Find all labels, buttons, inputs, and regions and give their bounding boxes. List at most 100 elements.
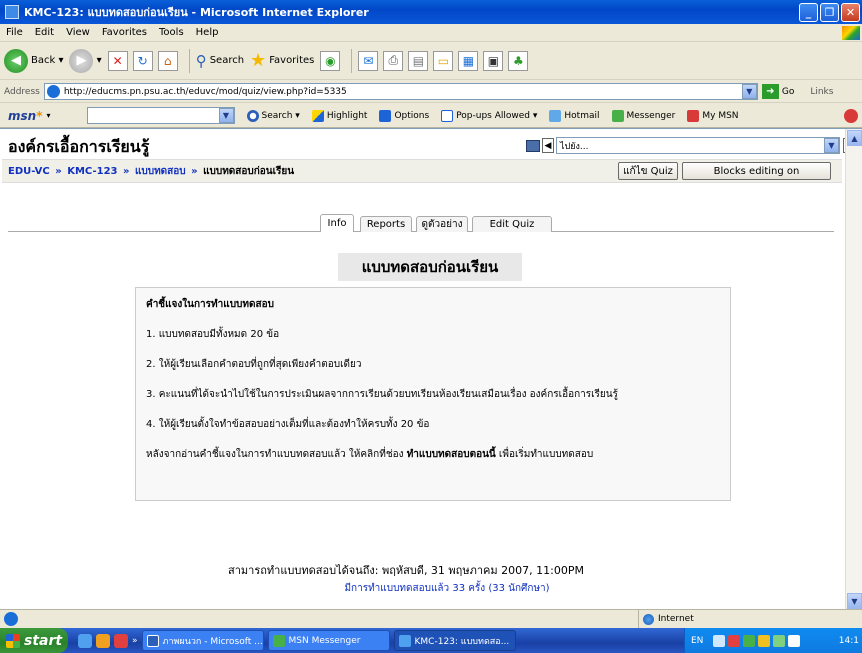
toolbar-divider bbox=[188, 48, 190, 73]
tab-reports[interactable]: Reports bbox=[360, 216, 412, 232]
jump-select-dropdown-icon[interactable]: ▼ bbox=[824, 138, 839, 153]
msn-hotmail-label: Hotmail bbox=[564, 110, 600, 121]
scroll-up-icon[interactable]: ▲ bbox=[847, 130, 862, 146]
edit-page-button[interactable]: ▤ bbox=[408, 50, 429, 71]
quiz-title: แบบทดสอบก่อนเรียน bbox=[338, 253, 522, 281]
tray-antivirus-icon[interactable] bbox=[743, 634, 756, 647]
msn-popups-button[interactable]: Pop-ups Allowed ▾ bbox=[441, 109, 537, 122]
close-button[interactable]: ✕ bbox=[841, 2, 860, 22]
restore-button[interactable]: ❐ bbox=[820, 2, 839, 22]
instructions-heading: คำชี้แจงในการทำแบบทดสอบ bbox=[146, 299, 274, 310]
address-label: Address bbox=[4, 86, 40, 97]
address-url[interactable]: http://educms.pn.psu.ac.th/eduvc/mod/qui… bbox=[64, 87, 742, 97]
jump-prev-button[interactable]: ◀ bbox=[542, 138, 554, 153]
search-button[interactable]: ⚲ Search bbox=[196, 52, 244, 70]
address-input[interactable]: http://educms.pn.psu.ac.th/eduvc/mod/qui… bbox=[43, 83, 758, 100]
toolbar-options-icon[interactable] bbox=[844, 108, 858, 123]
links-toolbar[interactable]: Links bbox=[810, 87, 833, 97]
media-button[interactable]: ◉ bbox=[320, 50, 341, 71]
tray-network-icon[interactable] bbox=[713, 634, 726, 647]
tray-security-icon[interactable] bbox=[728, 634, 741, 647]
folder-button[interactable]: ▭ bbox=[433, 50, 454, 71]
print-button[interactable]: ⎙ bbox=[383, 50, 404, 71]
system-tray: EN 14:1 bbox=[684, 628, 862, 653]
msn-logo[interactable]: msn* bbox=[8, 109, 42, 123]
back-button[interactable]: ◀ Back ▾ bbox=[4, 48, 63, 73]
language-indicator[interactable]: EN bbox=[691, 636, 703, 646]
taskbar-item-messenger[interactable]: MSN Messenger bbox=[267, 630, 390, 651]
minimize-button[interactable]: _ bbox=[799, 2, 818, 22]
tab-preview[interactable]: ดูตัวอย่าง bbox=[416, 216, 468, 232]
msn-butterfly-icon: * bbox=[36, 108, 43, 123]
blocks-editing-button[interactable]: Blocks editing on bbox=[682, 162, 831, 180]
tray-update-icon[interactable] bbox=[788, 634, 801, 647]
start-button[interactable]: start bbox=[0, 628, 68, 653]
msn-highlight-button[interactable]: Highlight bbox=[311, 109, 367, 122]
taskbar-item-word[interactable]: ภาพผนวก - Microsoft ... bbox=[141, 630, 264, 651]
msn-options-button[interactable]: Options bbox=[379, 109, 429, 122]
jump-select[interactable]: ไปยัง... ▼ bbox=[556, 137, 840, 154]
media-quicklaunch-icon[interactable] bbox=[96, 633, 110, 648]
window-title-bar[interactable]: KMC-123: แบบทดสอบก่อนเรียน - Microsoft I… bbox=[0, 0, 862, 24]
menu-favorites[interactable]: Favorites bbox=[96, 27, 153, 38]
calculator-icon[interactable]: ▣ bbox=[483, 50, 504, 71]
messenger-quicklaunch-icon[interactable] bbox=[114, 633, 128, 648]
tray-volume-icon[interactable] bbox=[758, 634, 771, 647]
quicklaunch-more-icon[interactable]: » bbox=[132, 636, 138, 646]
address-dropdown-icon[interactable]: ▼ bbox=[741, 84, 757, 99]
breadcrumb-current: แบบทดสอบก่อนเรียน bbox=[203, 165, 295, 177]
messenger-button[interactable]: ♣ bbox=[508, 50, 529, 71]
highlight-icon bbox=[311, 109, 324, 122]
tab-info[interactable]: Info bbox=[320, 214, 354, 232]
mail-button[interactable]: ✉ bbox=[358, 50, 379, 71]
forward-button[interactable]: ▶ ▾ bbox=[69, 48, 102, 73]
breadcrumb-link-course[interactable]: KMC-123 bbox=[67, 166, 117, 177]
msn-messenger-label: Messenger bbox=[626, 110, 676, 121]
search-icon: ⚲ bbox=[195, 51, 207, 70]
menu-file[interactable]: File bbox=[0, 27, 29, 38]
taskbar-item-browser[interactable]: KMC-123: แบบทดสอ... bbox=[393, 630, 516, 651]
home-button[interactable]: ⌂ bbox=[157, 50, 178, 71]
taskbar-item-label: KMC-123: แบบทดสอ... bbox=[414, 636, 510, 647]
site-header: องค์กรเอื้อการเรียนรู้ ◀ ไปยัง... ▼ ▶ bbox=[8, 137, 856, 157]
back-dropdown-icon[interactable]: ▾ bbox=[55, 55, 63, 66]
favorites-button[interactable]: ★ Favorites bbox=[250, 50, 314, 71]
go-button[interactable]: ➜ Go bbox=[761, 84, 795, 99]
msn-mymsn-button[interactable]: My MSN bbox=[687, 109, 739, 122]
tray-messenger-icon[interactable] bbox=[773, 634, 786, 647]
ie-quicklaunch-icon[interactable] bbox=[78, 633, 92, 648]
forward-dropdown-icon[interactable]: ▾ bbox=[93, 55, 102, 66]
taskbar-item-label: MSN Messenger bbox=[288, 635, 361, 646]
scroll-down-icon[interactable]: ▼ bbox=[847, 593, 862, 609]
breadcrumb-link-quizzes[interactable]: แบบทดสอบ bbox=[135, 166, 186, 177]
options-icon bbox=[379, 109, 392, 122]
menu-tools[interactable]: Tools bbox=[153, 27, 190, 38]
research-button[interactable]: ▦ bbox=[458, 50, 479, 71]
stop-button[interactable]: ✕ bbox=[107, 50, 128, 71]
word-icon bbox=[146, 634, 159, 647]
vertical-scrollbar[interactable]: ▲ ▼ bbox=[845, 129, 862, 610]
hotmail-icon bbox=[549, 109, 562, 122]
breadcrumb-link-edu-vc[interactable]: EDU-VC bbox=[8, 166, 50, 177]
msn-hotmail-button[interactable]: Hotmail bbox=[549, 109, 600, 122]
menu-view[interactable]: View bbox=[60, 27, 96, 38]
edit-quiz-button[interactable]: แก้ไข Quiz bbox=[618, 162, 678, 180]
tab-edit-quiz[interactable]: Edit Quiz bbox=[472, 216, 552, 232]
refresh-button[interactable]: ↻ bbox=[132, 50, 153, 71]
go-label: Go bbox=[781, 86, 795, 97]
menu-edit[interactable]: Edit bbox=[29, 27, 60, 38]
mymsn-icon bbox=[687, 109, 700, 122]
instruction-item: 1. แบบทดสอบมีทั้งหมด 20 ข้อ bbox=[146, 329, 280, 340]
msn-search-input[interactable]: ▼ bbox=[86, 107, 235, 124]
page-viewport: องค์กรเอื้อการเรียนรู้ ◀ ไปยัง... ▼ ▶ ED… bbox=[0, 128, 862, 610]
msn-mymsn-label: My MSN bbox=[702, 110, 739, 121]
msn-search-button[interactable]: Search ▾ bbox=[246, 109, 300, 122]
msn-popups-label: Pop-ups Allowed bbox=[456, 110, 531, 121]
menu-bar: File Edit View Favorites Tools Help bbox=[0, 24, 862, 42]
msn-messenger-button[interactable]: Messenger bbox=[611, 109, 676, 122]
save-icon[interactable] bbox=[526, 139, 540, 152]
msn-logo-dropdown-icon[interactable]: ▾ bbox=[46, 111, 50, 120]
attempts-link[interactable]: มีการทำแบบทดสอบแล้ว 33 ครั้ง (33 นักศึกษ… bbox=[0, 581, 862, 596]
menu-help[interactable]: Help bbox=[190, 27, 225, 38]
msn-search-dropdown-icon[interactable]: ▼ bbox=[218, 108, 234, 123]
